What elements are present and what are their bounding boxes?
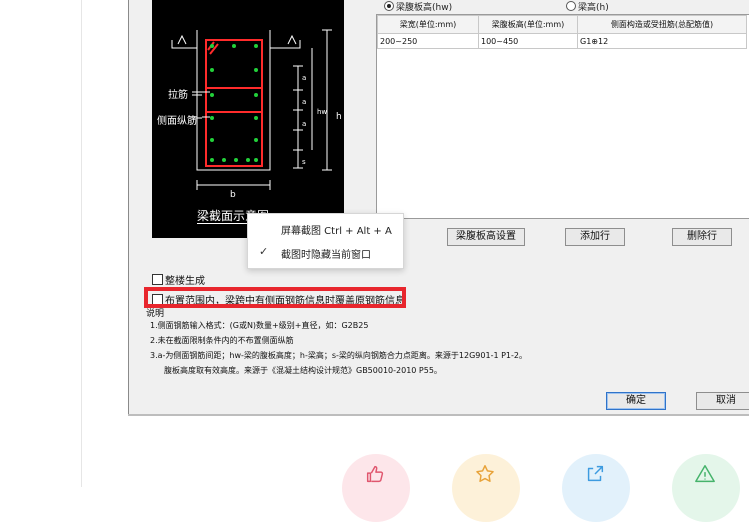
table-row[interactable]: 200~250 100~450 G1⊕12: [377, 33, 747, 49]
web-height-settings-button[interactable]: 梁腹板高设置: [447, 228, 525, 246]
star-icon: [476, 465, 494, 482]
check-icon: ✓: [259, 245, 269, 258]
dim-a-2: a: [302, 98, 307, 106]
table-cell[interactable]: 100~450: [478, 33, 578, 49]
dialog-bottom-edge: [128, 414, 749, 416]
note-line-2: 2.未在截面限制条件内的不布置侧面纵筋: [150, 336, 294, 345]
dim-a-3: a: [302, 120, 307, 128]
dim-h: h: [336, 112, 342, 122]
radio-beam-height[interactable]: 梁高(h): [566, 0, 609, 13]
thumbs-up-icon: [366, 465, 384, 483]
rebar-grid: 梁宽(单位:mm) 梁腹板高(单位:mm) 侧面构造或受扭筋(总配筋值) 200…: [377, 15, 747, 49]
highlight-box: [144, 287, 406, 308]
cancel-button[interactable]: 取消: [696, 392, 749, 410]
rebar-table[interactable]: 梁宽(单位:mm) 梁腹板高(单位:mm) 侧面构造或受扭筋(总配筋值) 200…: [376, 14, 749, 219]
whole-floor-checkbox[interactable]: [152, 274, 163, 285]
column-header[interactable]: 侧面构造或受扭筋(总配筋值): [577, 15, 747, 34]
radio-web-height[interactable]: 梁腹板高(hw): [384, 0, 452, 13]
radio-indicator: [384, 1, 394, 11]
menu-item-hide-window[interactable]: 截图时隐藏当前窗口: [281, 246, 371, 261]
share-button[interactable]: [562, 454, 630, 522]
label-tie: 拉筋: [168, 90, 188, 101]
add-row-button[interactable]: 添加行: [565, 228, 625, 246]
note-line-4: 腹板高度取有效高度。来源于《混凝土结构设计规范》GB50010-2010 P55…: [164, 366, 442, 375]
report-button[interactable]: [672, 454, 740, 522]
favorite-button[interactable]: [452, 454, 520, 522]
label-side-bar: 侧面纵筋: [157, 116, 197, 127]
alert-icon: [695, 465, 715, 483]
screenshot-context-menu: 屏幕截图 Ctrl + Alt + A ✓ 截图时隐藏当前窗口: [247, 213, 404, 269]
dim-b: b: [230, 190, 236, 200]
note-line-1: 1.侧面钢筋输入格式：(G或N)数量+级别+直径，如：G2B25: [150, 321, 369, 330]
column-header[interactable]: 梁宽(单位:mm): [377, 15, 479, 34]
ok-button[interactable]: 确定: [606, 392, 666, 410]
page-divider: [81, 0, 82, 487]
like-button[interactable]: [342, 454, 410, 522]
dim-a-1: a: [302, 74, 307, 82]
radio-indicator: [566, 1, 576, 11]
menu-item-screenshot[interactable]: 屏幕截图 Ctrl + Alt + A: [281, 222, 392, 237]
column-header[interactable]: 梁腹板高(单位:mm): [478, 15, 578, 34]
table-cell[interactable]: G1⊕12: [577, 33, 747, 49]
notes-heading: 说明: [146, 309, 165, 319]
table-cell[interactable]: 200~250: [377, 33, 479, 49]
dim-s: s: [302, 158, 306, 166]
whole-floor-option[interactable]: 整楼生成: [152, 272, 205, 287]
beam-section-diagram: 拉筋 侧面纵筋 b h hw a a a s: [152, 0, 344, 238]
table-header-row: 梁宽(单位:mm) 梁腹板高(单位:mm) 侧面构造或受扭筋(总配筋值): [377, 15, 747, 34]
dim-hw: hw: [317, 108, 328, 116]
delete-row-button[interactable]: 删除行: [672, 228, 732, 246]
note-line-3: 3.a-为侧面钢筋间距；hw-梁的腹板高度；h-梁高；s-梁的纵向钢筋合力点距离…: [150, 351, 527, 360]
share-icon: [587, 465, 604, 482]
